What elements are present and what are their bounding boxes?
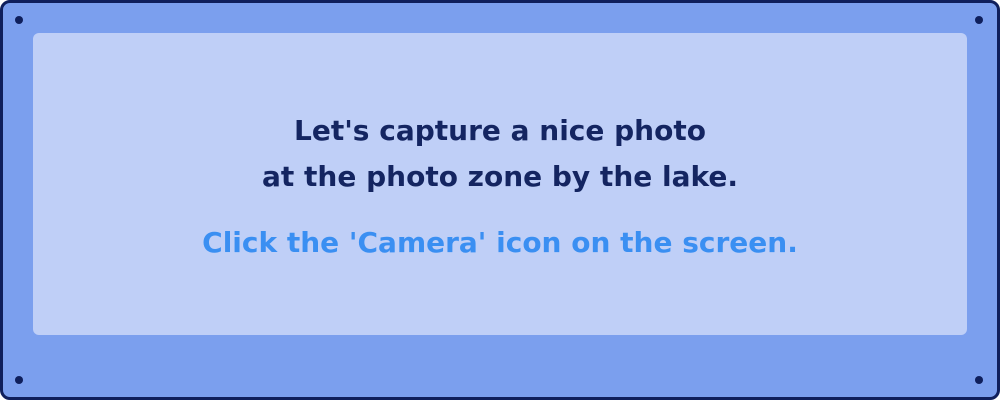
screw-top-right — [975, 16, 983, 24]
screen-frame: Let's capture a nice photo at the photo … — [0, 0, 1000, 400]
message-panel: Let's capture a nice photo at the photo … — [33, 33, 967, 335]
screw-top-left — [15, 16, 23, 24]
instruction-text: Click the 'Camera' icon on the screen. — [202, 226, 798, 259]
message-line-2: at the photo zone by the lake. — [262, 160, 738, 193]
screw-bottom-left — [15, 376, 23, 384]
message-line-1: Let's capture a nice photo — [294, 114, 706, 147]
screw-bottom-right — [975, 376, 983, 384]
